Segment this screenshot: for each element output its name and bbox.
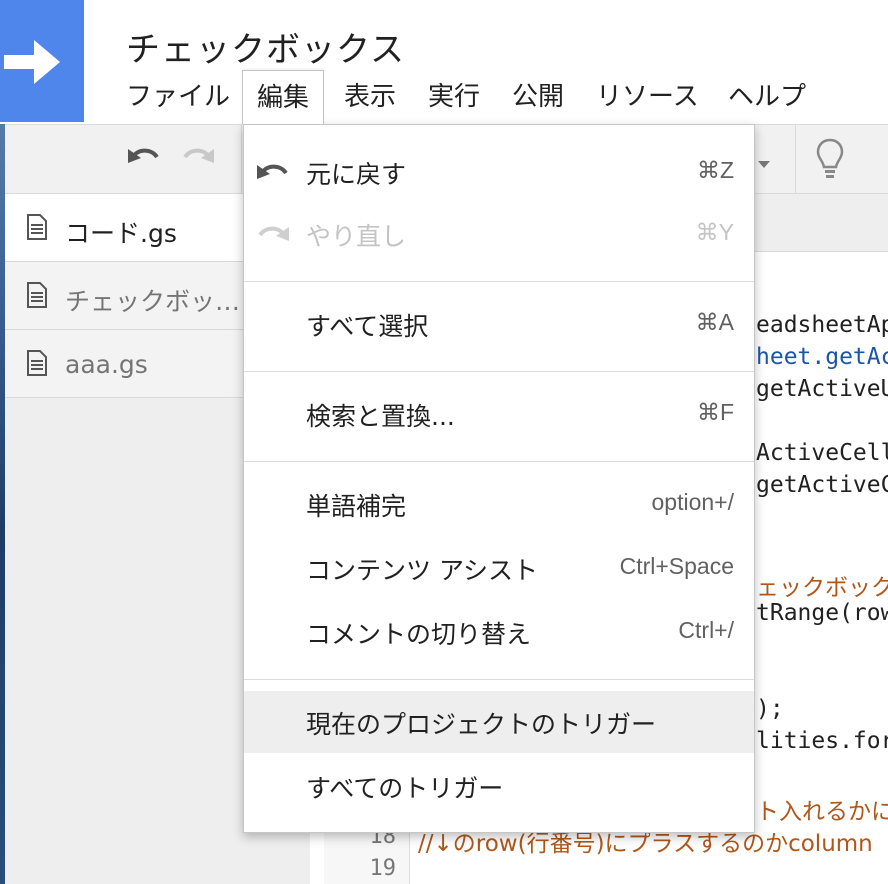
code-line: );	[756, 696, 784, 722]
file-name: チェックボッ…	[65, 287, 241, 316]
undo-icon	[257, 164, 288, 179]
menu-item-shortcut: ⌘A	[695, 309, 734, 335]
menu-item-shortcut: ⌘Y	[695, 219, 734, 245]
menu-separator	[244, 281, 754, 282]
menu-resources[interactable]: リソース	[582, 70, 713, 124]
menu-item-word-completion[interactable]: 単語補完 option+/	[244, 473, 754, 535]
menu-item-undo[interactable]: 元に戻す ⌘Z	[244, 141, 754, 203]
caret-down-icon	[758, 161, 770, 168]
arrow-right-icon	[4, 40, 60, 84]
menu-item-redo[interactable]: やり直し ⌘Y	[244, 203, 754, 265]
menu-item-label: 単語補完	[306, 492, 407, 521]
code-line: tRange(row	[756, 600, 888, 626]
document-icon	[27, 214, 47, 240]
menu-publish[interactable]: 公開	[498, 70, 578, 124]
apps-script-logo[interactable]	[0, 0, 84, 122]
lightbulb-icon	[816, 138, 844, 178]
menu-view[interactable]: 表示	[330, 70, 410, 124]
toolbar-divider	[241, 125, 242, 195]
menu-help[interactable]: ヘルプ	[714, 70, 820, 124]
menu-item-label: 現在のプロジェクトのトリガー	[306, 710, 657, 739]
document-icon	[27, 282, 47, 308]
file-name: aaa.gs	[65, 350, 148, 379]
menu-item-label: コンテンツ アシスト	[306, 556, 538, 585]
menu-item-label: すべてのトリガー	[306, 774, 504, 803]
code-line: getActiveC	[756, 472, 888, 498]
redo-icon	[258, 226, 289, 241]
code-line: lities.for	[756, 728, 888, 754]
project-title[interactable]: チェックボックス	[126, 22, 405, 71]
app-header: チェックボックス ファイル 編集 表示 実行 公開 リソース ヘルプ	[0, 0, 888, 124]
redo-icon	[183, 148, 214, 163]
menu-run[interactable]: 実行	[414, 70, 494, 124]
toolbar-divider	[795, 125, 796, 195]
document-icon	[27, 350, 47, 376]
menu-separator	[244, 371, 754, 372]
menu-separator	[244, 679, 754, 680]
toolbar-redo-button[interactable]	[181, 143, 215, 177]
menu-item-label: すべて選択	[306, 312, 429, 341]
code-comment: ト入れるかに	[756, 799, 888, 825]
menu-item-toggle-comment[interactable]: コメントの切り替え Ctrl+/	[244, 601, 754, 663]
undo-icon	[128, 148, 159, 163]
menu-edit[interactable]: 編集	[242, 70, 325, 124]
toolbar-undo-button[interactable]	[127, 143, 161, 177]
menu-item-label: 元に戻す	[306, 160, 407, 189]
toolbar-lightbulb-button[interactable]	[815, 137, 845, 185]
menu-item-current-project-triggers[interactable]: 現在のプロジェクトのトリガー	[244, 691, 754, 753]
menu-item-label: 検索と置換...	[306, 402, 455, 431]
menu-item-shortcut: ⌘F	[696, 399, 734, 425]
menu-item-shortcut: Ctrl+Space	[619, 553, 734, 579]
code-line: getActiveU	[756, 376, 888, 402]
edit-menu-dropdown: 元に戻す ⌘Z やり直し ⌘Y すべて選択 ⌘A 検索と置換... ⌘F 単語補…	[243, 124, 755, 833]
line-number: 19	[369, 856, 397, 881]
menu-item-find-replace[interactable]: 検索と置換... ⌘F	[244, 383, 754, 445]
menu-item-all-triggers[interactable]: すべてのトリガー	[244, 755, 754, 817]
menu-item-label: やり直し	[306, 222, 407, 251]
menu-item-shortcut: Ctrl+/	[678, 617, 734, 643]
menu-item-select-all[interactable]: すべて選択 ⌘A	[244, 293, 754, 355]
code-comment: ェックボックス	[756, 575, 888, 601]
menu-item-shortcut: ⌘Z	[696, 157, 734, 183]
code-line: eadsheetAp	[756, 312, 888, 338]
menu-item-shortcut: option+/	[651, 489, 735, 515]
code-line: heet.getAc	[756, 344, 888, 370]
menu-file[interactable]: ファイル	[112, 70, 244, 124]
menu-item-content-assist[interactable]: コンテンツ アシスト Ctrl+Space	[244, 537, 754, 599]
menu-item-label: コメントの切り替え	[306, 620, 532, 649]
code-line: ActiveCell	[756, 440, 888, 466]
menu-separator	[244, 461, 754, 462]
file-name: コード.gs	[65, 219, 177, 248]
function-select-dropdown[interactable]	[757, 155, 771, 174]
